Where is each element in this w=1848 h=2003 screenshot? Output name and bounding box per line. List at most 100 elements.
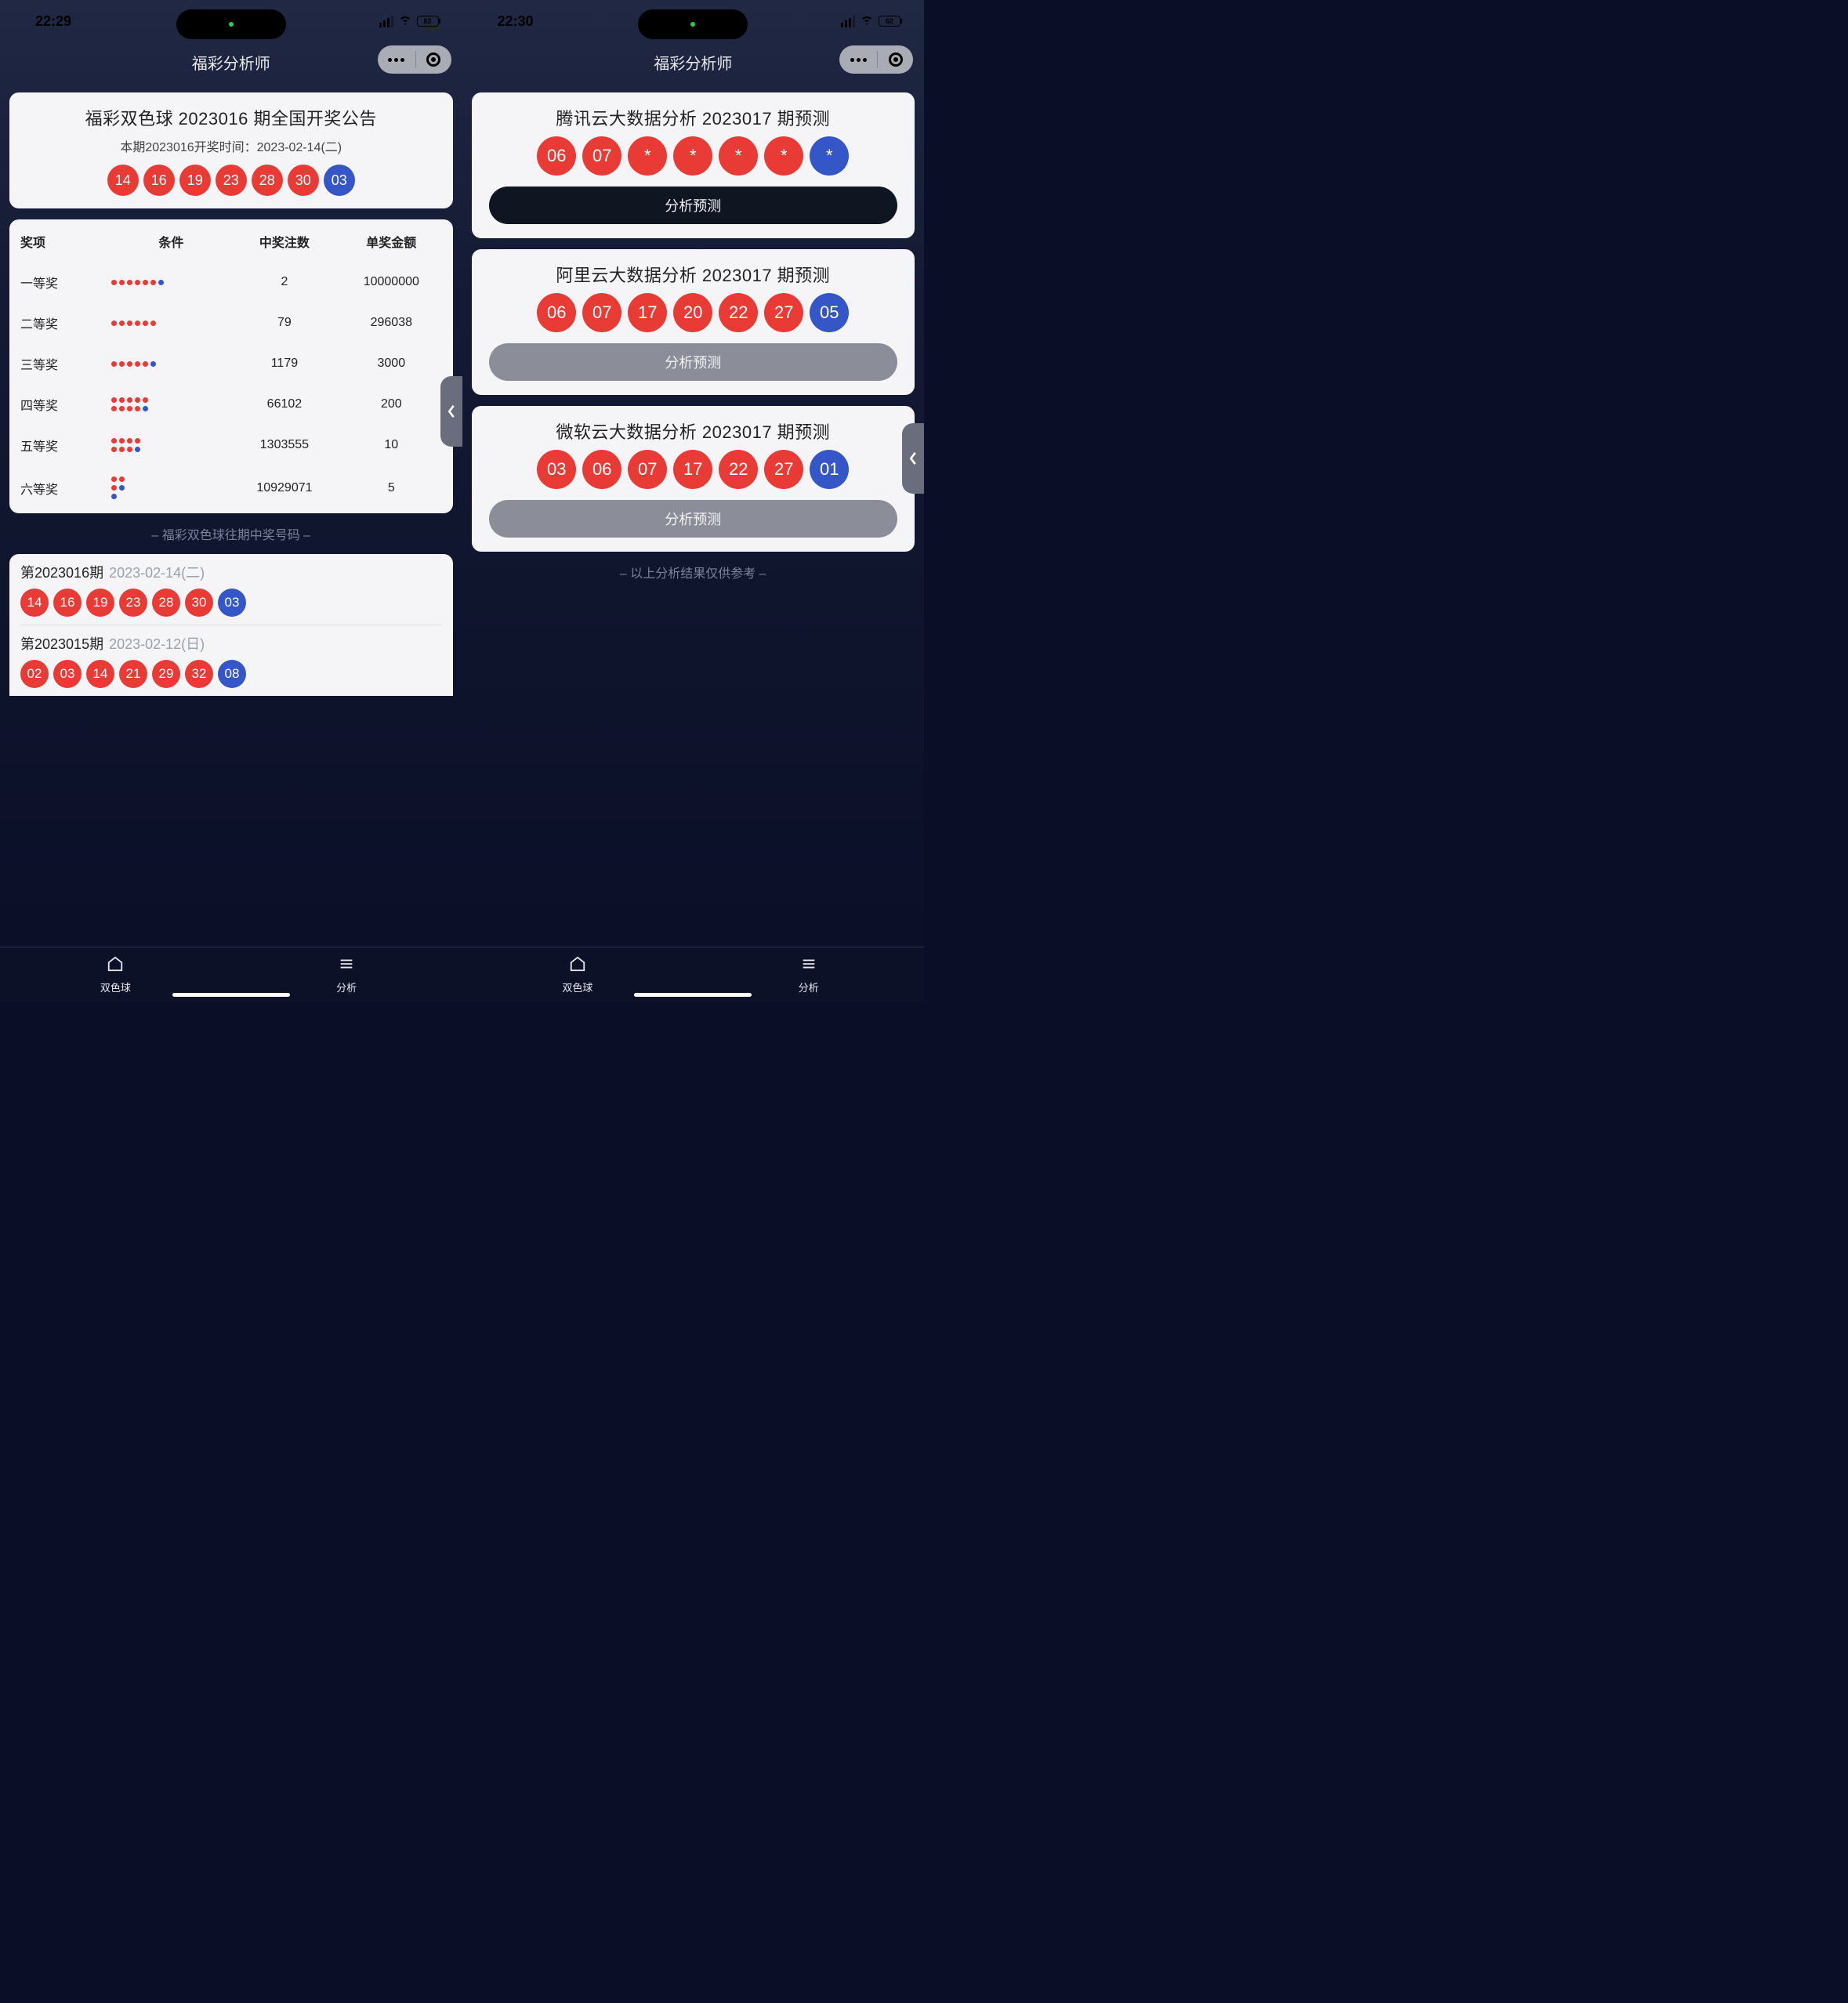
red-ball: 07 xyxy=(582,293,621,332)
close-icon[interactable] xyxy=(426,53,440,67)
blue-ball: 01 xyxy=(810,450,849,489)
red-ball: * xyxy=(628,136,667,176)
prediction-balls: 0607***** xyxy=(481,136,906,176)
prize-row: 一等奖210000000 xyxy=(17,262,445,302)
red-ball: 22 xyxy=(719,293,758,332)
status-bar: 22:30 62 xyxy=(462,0,925,42)
more-icon[interactable] xyxy=(850,58,867,62)
red-ball: 07 xyxy=(582,136,621,176)
tab-analysis-label: 分析 xyxy=(336,980,357,994)
red-ball: 14 xyxy=(20,589,49,617)
prediction-card: 腾讯云大数据分析 2023017 期预测 0607***** 分析预测 xyxy=(472,92,915,238)
blue-ball: 03 xyxy=(218,589,246,617)
red-ball: 23 xyxy=(119,589,147,617)
prediction-card: 阿里云大数据分析 2023017 期预测 06071720222705 分析预测 xyxy=(472,249,915,395)
prize-row: 六等奖109290715 xyxy=(17,465,445,510)
red-ball: 21 xyxy=(119,660,147,688)
close-icon[interactable] xyxy=(889,53,903,67)
nav-bar: 福彩分析师 xyxy=(462,42,925,81)
cellular-icon xyxy=(379,16,393,27)
tab-home-label: 双色球 xyxy=(100,980,131,994)
prize-rows: 一等奖210000000二等奖79296038三等奖11793000四等奖661… xyxy=(17,262,445,510)
status-icons: 62 xyxy=(841,13,900,31)
prediction-balls: 06071720222705 xyxy=(481,293,906,332)
history-item[interactable]: 第2023016期 2023-02-14(二)14161923283003 xyxy=(9,554,453,625)
prize-row: 四等奖66102200 xyxy=(17,384,445,425)
tab-home-label: 双色球 xyxy=(562,980,592,994)
announcement-title: 福彩双色球 2023016 期全国开奖公告 xyxy=(19,105,444,130)
tab-analysis-label: 分析 xyxy=(799,980,819,994)
red-ball: * xyxy=(764,136,803,176)
red-ball: 30 xyxy=(185,589,213,617)
blue-ball: 08 xyxy=(218,660,246,688)
red-ball: 28 xyxy=(252,165,283,196)
winning-balls: 14161923283003 xyxy=(19,165,444,196)
miniprogram-capsule[interactable] xyxy=(378,45,451,74)
prize-row: 二等奖79296038 xyxy=(17,302,445,343)
nav-title: 福彩分析师 xyxy=(654,51,732,74)
dynamic-island xyxy=(638,9,748,39)
content-left: 福彩双色球 2023016 期全国开奖公告 本期2023016开奖时间：2023… xyxy=(0,92,462,947)
red-ball: 23 xyxy=(216,165,247,196)
menu-icon xyxy=(338,955,355,976)
red-ball: 03 xyxy=(537,450,576,489)
menu-icon xyxy=(800,955,817,976)
phone-right: 22:30 62 福彩分析师 腾讯云大数据分析 2023017 期预测0607*… xyxy=(462,0,925,1002)
prize-header: 奖项 条件 中奖注数 单奖金额 xyxy=(17,229,445,262)
red-ball: 14 xyxy=(86,660,114,688)
red-ball: 02 xyxy=(20,660,49,688)
side-handle[interactable] xyxy=(902,423,924,494)
more-icon[interactable] xyxy=(388,58,404,62)
red-ball: 03 xyxy=(53,660,82,688)
prize-table-card: 奖项 条件 中奖注数 单奖金额 一等奖210000000二等奖79296038三… xyxy=(9,219,453,513)
red-ball: 22 xyxy=(719,450,758,489)
wifi-icon xyxy=(860,13,874,31)
home-indicator[interactable] xyxy=(172,993,290,997)
red-ball: 27 xyxy=(764,293,803,332)
prize-table: 奖项 条件 中奖注数 单奖金额 一等奖210000000二等奖79296038三… xyxy=(17,229,445,510)
side-handle[interactable] xyxy=(440,376,462,447)
announcement-card: 福彩双色球 2023016 期全国开奖公告 本期2023016开奖时间：2023… xyxy=(9,92,453,208)
status-time: 22:29 xyxy=(35,13,71,30)
prediction-title: 腾讯云大数据分析 2023017 期预测 xyxy=(481,105,906,130)
history-card: 第2023016期 2023-02-14(二)14161923283003第20… xyxy=(9,554,453,696)
prediction-title: 微软云大数据分析 2023017 期预测 xyxy=(481,418,906,444)
phone-left: 22:29 62 福彩分析师 福彩双色球 2023016 期全国开奖公告 本期2… xyxy=(0,0,462,1002)
analyze-button[interactable]: 分析预测 xyxy=(489,500,898,538)
red-ball: 19 xyxy=(179,165,211,196)
disclaimer: – 以上分析结果仅供参考 – xyxy=(472,563,915,581)
red-ball: 20 xyxy=(673,293,712,332)
red-ball: 06 xyxy=(582,450,621,489)
announcement-sub: 本期2023016开奖时间：2023-02-14(二) xyxy=(19,136,444,155)
prediction-card: 微软云大数据分析 2023017 期预测 03060717222701 分析预测 xyxy=(472,406,915,552)
blue-ball: 03 xyxy=(324,165,355,196)
red-ball: * xyxy=(673,136,712,176)
red-ball: 19 xyxy=(86,589,114,617)
prize-row: 五等奖130355510 xyxy=(17,425,445,465)
red-ball: 16 xyxy=(53,589,82,617)
status-time: 22:30 xyxy=(498,13,534,30)
status-bar: 22:29 62 xyxy=(0,0,462,42)
miniprogram-capsule[interactable] xyxy=(839,45,913,74)
red-ball: 29 xyxy=(152,660,180,688)
red-ball: 28 xyxy=(152,589,180,617)
home-indicator[interactable] xyxy=(634,993,752,997)
analyze-button[interactable]: 分析预测 xyxy=(489,343,898,381)
red-ball: 17 xyxy=(673,450,712,489)
blue-ball: 05 xyxy=(810,293,849,332)
history-item[interactable]: 第2023015期 2023-02-12(日)02031421293208 xyxy=(9,625,453,696)
home-icon xyxy=(569,955,586,976)
nav-bar: 福彩分析师 xyxy=(0,42,462,81)
red-ball: 30 xyxy=(288,165,319,196)
prediction-title: 阿里云大数据分析 2023017 期预测 xyxy=(481,262,906,287)
red-ball: * xyxy=(719,136,758,176)
red-ball: 07 xyxy=(628,450,667,489)
red-ball: 14 xyxy=(107,165,139,196)
battery-icon: 62 xyxy=(417,16,439,27)
analyze-button[interactable]: 分析预测 xyxy=(489,187,898,224)
red-ball: 32 xyxy=(185,660,213,688)
red-ball: 06 xyxy=(537,136,576,176)
home-icon xyxy=(107,955,124,976)
dynamic-island xyxy=(176,9,286,39)
prediction-balls: 03060717222701 xyxy=(481,450,906,489)
